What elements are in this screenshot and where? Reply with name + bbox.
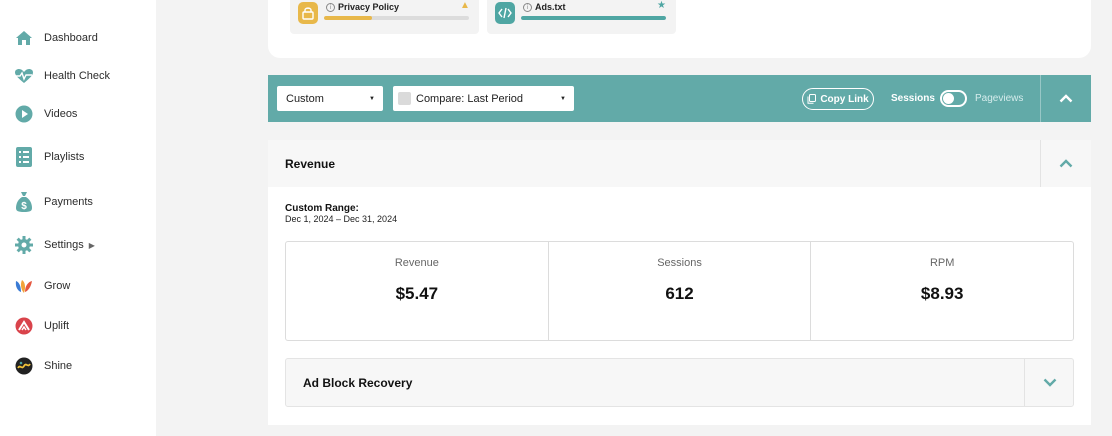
chevron-up-icon bbox=[1059, 159, 1073, 168]
sidebar-item-label: Playlists bbox=[44, 151, 85, 163]
metric-label: RPM bbox=[929, 257, 955, 269]
sidebar-item-settings[interactable]: Settings ▶ bbox=[14, 233, 95, 257]
metric-label: Revenue bbox=[394, 257, 439, 269]
shine-logo-icon bbox=[14, 356, 34, 376]
code-icon bbox=[495, 2, 515, 24]
grow-logo-icon bbox=[14, 276, 34, 296]
sidebar-item-label: Dashboard bbox=[44, 32, 98, 44]
star-icon: ★ bbox=[657, 0, 666, 11]
sidebar-item-dashboard[interactable]: Dashboard bbox=[14, 26, 98, 50]
compare-value: Compare: Last Period bbox=[416, 92, 523, 105]
home-icon bbox=[14, 28, 34, 48]
revenue-collapse-button[interactable] bbox=[1041, 140, 1091, 187]
copy-link-button[interactable]: Copy Link bbox=[802, 88, 874, 110]
check-label: Ads.txt bbox=[535, 2, 566, 12]
heartbeat-icon bbox=[14, 66, 34, 86]
dropdown-arrow-icon: ▼ bbox=[369, 95, 375, 102]
metric-rpm: RPM $8.93 bbox=[811, 242, 1073, 340]
check-label: Privacy Policy bbox=[338, 2, 400, 12]
site-checks-card: i Privacy Policy ▲ i Ads.txt ★ bbox=[268, 0, 1091, 58]
metrics-grid: Revenue $5.47 Sessions 612 RPM $8.93 bbox=[285, 241, 1074, 341]
sidebar-item-health-check[interactable]: Health Check bbox=[14, 64, 110, 88]
sidebar-item-label: Uplift bbox=[44, 320, 70, 332]
ad-block-expand-button[interactable] bbox=[1025, 359, 1074, 406]
dropdown-arrow-icon: ▼ bbox=[560, 95, 566, 102]
toggle-sessions-label: Sessions bbox=[891, 93, 935, 104]
check-progress-fill bbox=[324, 16, 372, 20]
uplift-logo-icon bbox=[14, 316, 34, 336]
filter-bar: Custom ▼ Compare: Last Period ▼ Copy Lin… bbox=[268, 75, 1091, 122]
info-icon[interactable]: i bbox=[523, 3, 532, 12]
sidebar-item-label: Shine bbox=[44, 360, 73, 372]
sidebar-item-payments[interactable]: $ Payments bbox=[14, 190, 93, 214]
compare-checkbox[interactable] bbox=[398, 92, 411, 105]
sidebar-item-label: Videos bbox=[44, 108, 78, 120]
info-icon[interactable]: i bbox=[326, 3, 335, 12]
metric-label: Sessions bbox=[657, 257, 702, 269]
warning-icon: ▲ bbox=[460, 0, 470, 11]
sidebar-item-shine[interactable]: Shine bbox=[14, 354, 72, 378]
gear-icon bbox=[14, 235, 34, 255]
metric-value: $8.93 bbox=[920, 284, 964, 303]
range-dates: Dec 1, 2024 – Dec 31, 2024 bbox=[285, 214, 398, 224]
copy-icon bbox=[807, 94, 817, 104]
sidebar-item-label: Grow bbox=[44, 280, 71, 292]
list-icon bbox=[14, 147, 34, 167]
revenue-title: Revenue bbox=[285, 157, 336, 171]
sidebar-item-uplift[interactable]: Uplift bbox=[14, 314, 69, 338]
revenue-panel: Revenue Custom Range: Dec 1, 2024 – Dec … bbox=[268, 140, 1091, 425]
toggle-pageviews-label: Pageviews bbox=[975, 93, 1024, 104]
metric-value: 612 bbox=[665, 284, 694, 303]
ad-block-recovery-title: Ad Block Recovery bbox=[303, 376, 413, 390]
chevron-up-icon bbox=[1059, 94, 1073, 103]
check-privacy-policy[interactable]: i Privacy Policy ▲ bbox=[290, 0, 479, 34]
filter-collapse-button[interactable] bbox=[1041, 75, 1091, 122]
check-ads-txt[interactable]: i Ads.txt ★ bbox=[487, 0, 676, 34]
metric-revenue: Revenue $5.47 bbox=[286, 242, 549, 340]
svg-text:$: $ bbox=[21, 201, 27, 212]
sidebar-item-grow[interactable]: Grow bbox=[14, 274, 70, 298]
metric-sessions: Sessions 612 bbox=[549, 242, 812, 340]
money-bag-icon: $ bbox=[14, 192, 34, 212]
sidebar-item-label: Payments bbox=[44, 196, 93, 208]
play-icon bbox=[14, 104, 34, 124]
caret-right-icon: ▶ bbox=[88, 240, 95, 250]
ad-block-recovery-section[interactable]: Ad Block Recovery bbox=[285, 358, 1074, 407]
check-progress-bar bbox=[324, 16, 469, 20]
date-range-value: Custom bbox=[286, 92, 324, 105]
sidebar-item-playlists[interactable]: Playlists bbox=[14, 145, 84, 169]
revenue-header: Revenue bbox=[268, 140, 1091, 187]
sessions-pageviews-toggle[interactable] bbox=[940, 90, 967, 107]
toggle-knob bbox=[943, 93, 954, 104]
lock-icon bbox=[298, 2, 318, 24]
range-label: Custom Range: bbox=[285, 203, 359, 214]
sidebar-item-videos[interactable]: Videos bbox=[14, 102, 77, 126]
sidebar-item-label: Health Check bbox=[44, 70, 111, 82]
copy-link-label: Copy Link bbox=[820, 93, 869, 105]
metric-value: $5.47 bbox=[395, 284, 439, 303]
sidebar: Dashboard Health Check Videos Playlists … bbox=[0, 0, 156, 436]
compare-select[interactable]: Compare: Last Period ▼ bbox=[393, 86, 574, 111]
sidebar-item-label: Settings bbox=[44, 239, 84, 251]
chevron-down-icon bbox=[1043, 378, 1056, 387]
check-progress-bar bbox=[521, 16, 666, 20]
date-range-select[interactable]: Custom ▼ bbox=[277, 86, 383, 111]
check-progress-fill bbox=[521, 16, 666, 20]
